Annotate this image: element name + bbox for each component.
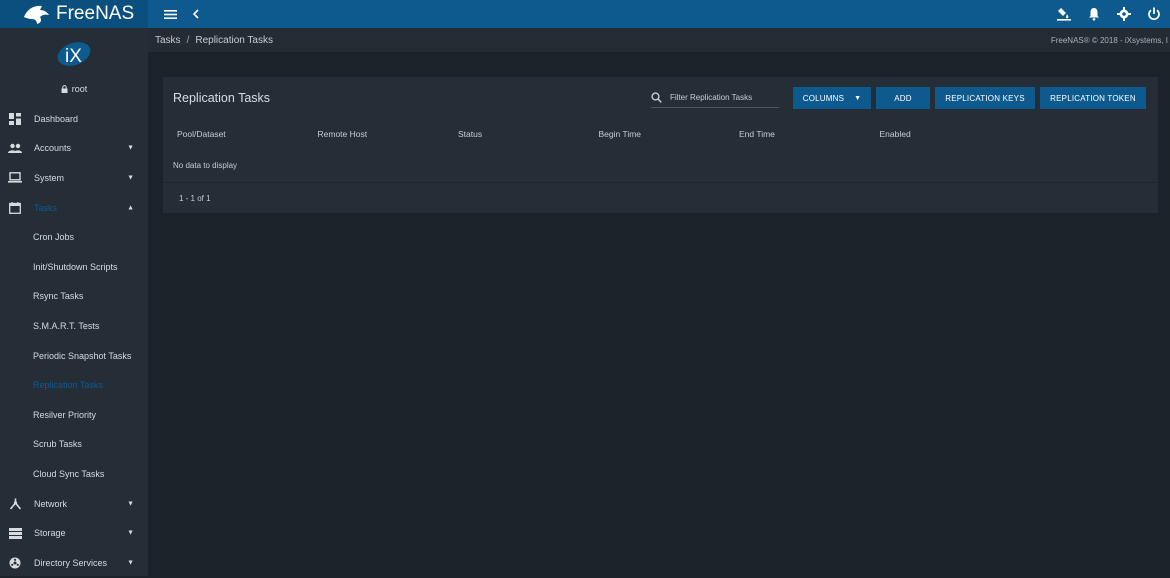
sidebar-subitem-replication-tasks[interactable]: Replication Tasks — [0, 370, 148, 400]
column-header-begin-time[interactable]: Begin Time — [585, 129, 726, 139]
sidebar-subitem-periodic-snapshot-tasks[interactable]: Periodic Snapshot Tasks — [0, 341, 148, 371]
pagination-info: 1 - 1 of 1 — [179, 193, 211, 203]
ix-logo-text: iX — [65, 46, 82, 67]
column-header-status[interactable]: Status — [444, 129, 585, 139]
network-icon — [8, 497, 22, 511]
sidebar-item-dashboard[interactable]: Dashboard — [0, 104, 148, 134]
sidebar-item-label: Dashboard — [34, 113, 79, 124]
table-header: Pool/Dataset Remote Host Status Begin Ti… — [163, 119, 1158, 149]
empty-table-message: No data to display — [163, 149, 1158, 183]
menu-icon[interactable] — [160, 4, 180, 24]
people-icon — [8, 141, 22, 155]
copyright-text: FreeNAS® © 2018 - iXsystems, I — [1050, 35, 1168, 45]
sidebar-item-tasks[interactable]: Tasks ▲ — [0, 193, 148, 223]
columns-button-label: COLUMNS — [802, 93, 845, 103]
sidebar-subitem-cloud-sync-tasks[interactable]: Cloud Sync Tasks — [0, 459, 148, 489]
breadcrumb-parent[interactable]: Tasks — [155, 35, 181, 46]
column-header-pool-dataset[interactable]: Pool/Dataset — [163, 129, 304, 139]
brand-logo[interactable]: FreeNAS — [0, 0, 148, 28]
dashboard-icon — [8, 112, 22, 126]
column-header-end-time[interactable]: End Time — [725, 129, 866, 139]
gear-icon[interactable] — [1114, 4, 1134, 24]
power-icon[interactable] — [1144, 4, 1164, 24]
breadcrumb: Tasks / Replication Tasks FreeNAS® © 201… — [148, 28, 1170, 52]
sidebar-subitem-cron-jobs[interactable]: Cron Jobs — [0, 222, 148, 252]
sidebar-subitem-rsync-tasks[interactable]: Rsync Tasks — [0, 282, 148, 312]
sidebar-item-directory-services[interactable]: Directory Services ▼ — [0, 548, 148, 578]
sidebar-item-label: System — [34, 172, 65, 183]
column-header-remote-host[interactable]: Remote Host — [304, 129, 445, 139]
sidebar-item-accounts[interactable]: Accounts ▼ — [0, 134, 148, 164]
sidebar-subitem-smart-tests[interactable]: S.M.A.R.T. Tests — [0, 311, 148, 341]
brand-name: FreeNAS — [56, 3, 135, 24]
ship-icon[interactable] — [1054, 4, 1074, 24]
sidebar-subitem-resilver-priority[interactable]: Resilver Priority — [0, 400, 148, 430]
sidebar-item-storage[interactable]: Storage ▼ — [0, 518, 148, 548]
breadcrumb-current: Replication Tasks — [195, 34, 273, 46]
caret-up-icon: ▲ — [127, 204, 134, 212]
lock-icon — [61, 85, 68, 93]
chevron-left-icon[interactable] — [186, 4, 206, 24]
freenas-shark-icon — [24, 5, 49, 25]
calendar-icon — [8, 201, 22, 215]
caret-down-icon: ▼ — [854, 94, 862, 102]
filter-input[interactable] — [670, 93, 770, 102]
caret-down-icon: ▼ — [127, 174, 134, 182]
caret-down-icon: ▼ — [127, 144, 134, 152]
sidebar-item-label: Directory Services — [34, 557, 108, 568]
directory-icon — [8, 556, 22, 570]
caret-down-icon: ▼ — [127, 529, 134, 537]
columns-button[interactable]: COLUMNS ▼ — [793, 87, 871, 109]
card-header: Replication Tasks COLUMNS ▼ ADD REPLICAT… — [163, 77, 1158, 119]
sidebar: iX root Dashboard Accounts ▼ System ▼ Ta… — [0, 28, 148, 576]
sidebar-item-label: Network — [34, 498, 68, 509]
ix-logo: iX — [0, 28, 148, 80]
username: root — [71, 84, 88, 94]
sidebar-subitem-init-shutdown-scripts[interactable]: Init/Shutdown Scripts — [0, 252, 148, 282]
sidebar-item-label: Accounts — [34, 143, 72, 154]
column-header-enabled[interactable]: Enabled — [866, 129, 1007, 139]
filter-box — [651, 88, 779, 108]
page-title: Replication Tasks — [173, 91, 271, 105]
top-bar: FreeNAS — [0, 0, 1170, 28]
user-line: root — [0, 80, 148, 98]
replication-token-button[interactable]: REPLICATION TOKEN — [1040, 87, 1146, 109]
sidebar-item-network[interactable]: Network ▼ — [0, 489, 148, 519]
caret-down-icon: ▼ — [127, 559, 134, 567]
sidebar-subitem-scrub-tasks[interactable]: Scrub Tasks — [0, 430, 148, 460]
replication-tasks-card: Replication Tasks COLUMNS ▼ ADD REPLICAT… — [163, 77, 1158, 213]
storage-icon — [8, 526, 22, 540]
sidebar-item-label: Storage — [34, 528, 66, 539]
sidebar-item-system[interactable]: System ▼ — [0, 163, 148, 193]
laptop-icon — [8, 171, 22, 185]
replication-keys-button[interactable]: REPLICATION KEYS — [935, 87, 1035, 109]
caret-down-icon: ▼ — [127, 500, 134, 508]
search-icon — [651, 92, 662, 103]
breadcrumb-separator: / — [186, 34, 190, 46]
bell-icon[interactable] — [1084, 4, 1104, 24]
sidebar-item-label: Tasks — [34, 202, 58, 213]
sidebar-nav: Dashboard Accounts ▼ System ▼ Tasks ▲ Cr… — [0, 104, 148, 578]
add-button[interactable]: ADD — [876, 87, 930, 109]
